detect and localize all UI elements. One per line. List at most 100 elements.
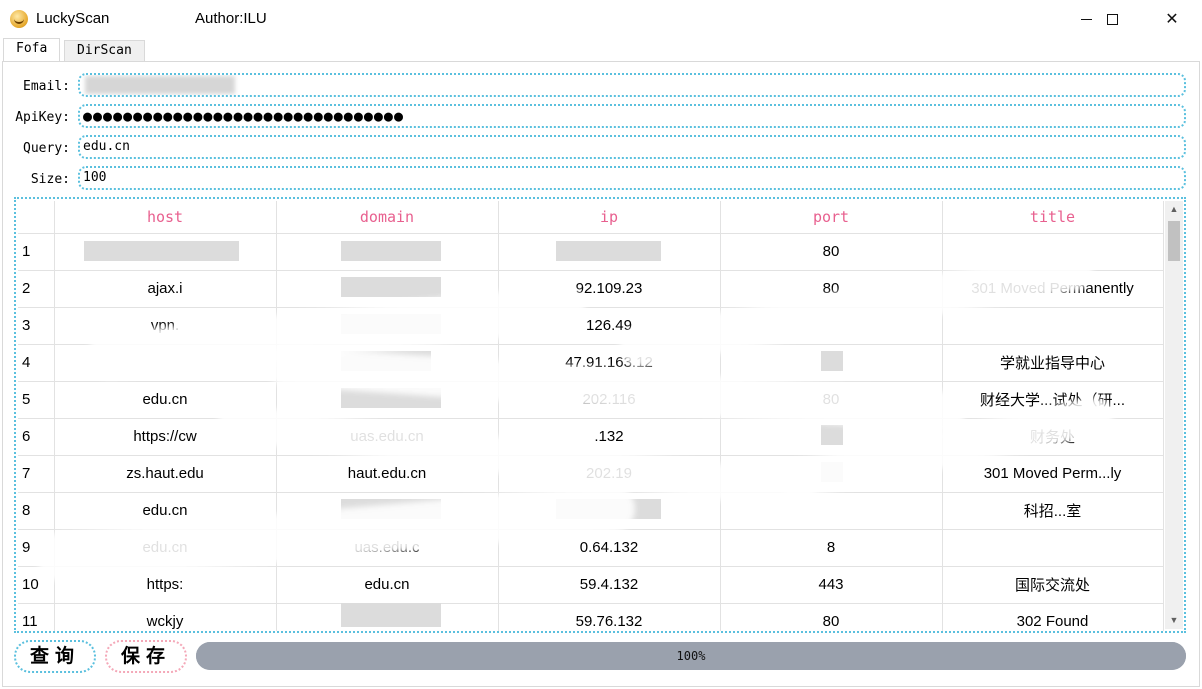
close-button[interactable]: ✕ — [1149, 0, 1195, 38]
save-button[interactable]: 保存 — [105, 640, 187, 673]
cell-host[interactable]: vpn. — [54, 307, 277, 345]
cell-port[interactable]: 80 — [720, 603, 943, 631]
cell-domain[interactable] — [276, 270, 499, 308]
table-row[interactable]: 8 edu.cn 科招...室 — [18, 492, 1164, 530]
cell-host[interactable]: edu.cn — [54, 492, 277, 530]
cell-title[interactable]: 301 Moved Permanently — [942, 270, 1164, 308]
table-row[interactable]: 5 edu.cn 202.116 80 财经大学...试处（研... — [18, 381, 1164, 419]
table-row[interactable]: 3 vpn. 126.49 — [18, 307, 1164, 345]
cell-host[interactable] — [54, 344, 277, 382]
cell-domain[interactable]: uas.edu.cn — [276, 418, 499, 456]
table-row[interactable]: 6 https://cw uas.edu.cn .132 财务处 — [18, 418, 1164, 456]
cell-ip[interactable]: 92.109.23 — [498, 270, 721, 308]
cell-port[interactable] — [720, 418, 943, 456]
row-number[interactable]: 10 — [18, 566, 55, 604]
scroll-down-icon[interactable]: ▼ — [1165, 612, 1183, 629]
table-row[interactable]: 9 edu.cn uas.edu.c 0.64.132 8 — [18, 529, 1164, 567]
apikey-field[interactable]: ●●●●●●●●●●●●●●●●●●●●●●●●●●●●●●●● — [78, 104, 1186, 128]
title-bar: LuckyScan Author:ILU ✕ — [0, 0, 1202, 38]
row-number[interactable]: 2 — [18, 270, 55, 308]
query-button[interactable]: 查询 — [14, 640, 96, 673]
cell-port[interactable] — [720, 344, 943, 382]
cell-port[interactable] — [720, 492, 943, 530]
table-row[interactable]: 1 al.cqupt cqupt.edu.c 2 80 — [18, 233, 1164, 271]
table-row[interactable]: 4 d.cn 47.91.163.12 学就业指导中心 — [18, 344, 1164, 382]
column-header-title[interactable]: title — [942, 201, 1164, 234]
cell-title[interactable]: 302 Found — [942, 603, 1164, 631]
vertical-scrollbar[interactable]: ▲ ▼ — [1165, 201, 1183, 629]
cell-host[interactable]: al.cqupt — [54, 233, 277, 271]
cell-title[interactable]: 财经大学...试处（研... — [942, 381, 1164, 419]
cell-title[interactable] — [942, 529, 1164, 567]
cell-title[interactable]: 财务处 — [942, 418, 1164, 456]
tab-dirscan[interactable]: DirScan — [64, 40, 145, 62]
row-number[interactable]: 5 — [18, 381, 55, 419]
email-field[interactable] — [78, 73, 1186, 97]
cell-host[interactable]: https://cw — [54, 418, 277, 456]
column-header-host[interactable]: host — [54, 201, 277, 234]
table-row[interactable]: 2 ajax.i 92.109.23 80 301 Moved Permanently — [18, 270, 1164, 308]
row-number[interactable]: 11 — [18, 603, 55, 631]
column-header-port[interactable]: port — [720, 201, 943, 234]
results-table-frame: host domain ip port title 1 al.cqupt cqupt… — [14, 197, 1186, 633]
size-field[interactable]: 100 — [78, 166, 1186, 190]
column-header-domain[interactable]: domain — [276, 201, 499, 234]
cell-domain[interactable]: uas.edu.c — [276, 529, 499, 567]
table-row[interactable]: 7 zs.haut.edu haut.edu.cn 202.19 301 Moved P… — [18, 455, 1164, 493]
cell-ip[interactable]: 202.116 — [498, 381, 721, 419]
cell-host[interactable]: https: — [54, 566, 277, 604]
cell-domain[interactable] — [276, 603, 499, 631]
cell-host[interactable]: edu.cn — [54, 529, 277, 567]
cell-domain[interactable] — [276, 381, 499, 419]
table-row[interactable]: 11 wckjy 59.76.132 80 302 Found — [18, 603, 1164, 631]
progress-bar: 100% — [196, 642, 1186, 670]
cell-ip[interactable]: 47.91.163.12 — [498, 344, 721, 382]
cell-ip[interactable]: 2 — [498, 233, 721, 271]
cell-title[interactable]: 国际交流处 — [942, 566, 1164, 604]
row-number[interactable]: 7 — [18, 455, 55, 493]
cell-ip[interactable]: 0.64.132 — [498, 529, 721, 567]
cell-host[interactable]: wckjy — [54, 603, 277, 631]
cell-host[interactable]: zs.haut.edu — [54, 455, 277, 493]
cell-title[interactable] — [942, 233, 1164, 271]
cell-domain[interactable] — [276, 307, 499, 345]
cell-port[interactable] — [720, 307, 943, 345]
row-number[interactable]: 4 — [18, 344, 55, 382]
cell-port[interactable]: 80 — [720, 270, 943, 308]
cell-port[interactable]: 8 — [720, 529, 943, 567]
column-header-ip[interactable]: ip — [498, 201, 721, 234]
cell-port[interactable] — [720, 455, 943, 493]
cell-ip[interactable]: 59.76.132 — [498, 603, 721, 631]
maximize-button[interactable] — [1089, 0, 1135, 38]
cell-domain[interactable]: edu.cn — [276, 566, 499, 604]
row-number[interactable]: 1 — [18, 233, 55, 271]
cell-title[interactable]: 科招...室 — [942, 492, 1164, 530]
row-number[interactable]: 6 — [18, 418, 55, 456]
cell-title[interactable]: 学就业指导中心 — [942, 344, 1164, 382]
cell-ip[interactable]: .132 — [498, 418, 721, 456]
cell-domain[interactable]: haut.edu.cn — [276, 455, 499, 493]
row-number[interactable]: 3 — [18, 307, 55, 345]
scroll-up-icon[interactable]: ▲ — [1165, 201, 1183, 218]
cell-ip[interactable] — [498, 492, 721, 530]
close-icon: ✕ — [1165, 11, 1179, 28]
cell-host[interactable]: edu.cn — [54, 381, 277, 419]
cell-ip[interactable]: 202.19 — [498, 455, 721, 493]
cell-domain[interactable]: cqupt.edu.c — [276, 233, 499, 271]
cell-host[interactable]: ajax.i — [54, 270, 277, 308]
cell-ip[interactable]: 59.4.132 — [498, 566, 721, 604]
cell-port[interactable]: 80 — [720, 233, 943, 271]
cell-port[interactable]: 80 — [720, 381, 943, 419]
tab-fofa[interactable]: Fofa — [3, 38, 61, 62]
table-row[interactable]: 10 https: edu.cn 59.4.132 443 国际交流处 — [18, 566, 1164, 604]
cell-port[interactable]: 443 — [720, 566, 943, 604]
cell-domain[interactable] — [276, 492, 499, 530]
row-number[interactable]: 8 — [18, 492, 55, 530]
cell-title[interactable] — [942, 307, 1164, 345]
scroll-thumb[interactable] — [1168, 221, 1180, 261]
cell-domain[interactable]: d.cn — [276, 344, 499, 382]
row-number[interactable]: 9 — [18, 529, 55, 567]
query-field[interactable]: edu.cn — [78, 135, 1186, 159]
cell-ip[interactable]: 126.49 — [498, 307, 721, 345]
cell-title[interactable]: 301 Moved Perm...ly — [942, 455, 1164, 493]
